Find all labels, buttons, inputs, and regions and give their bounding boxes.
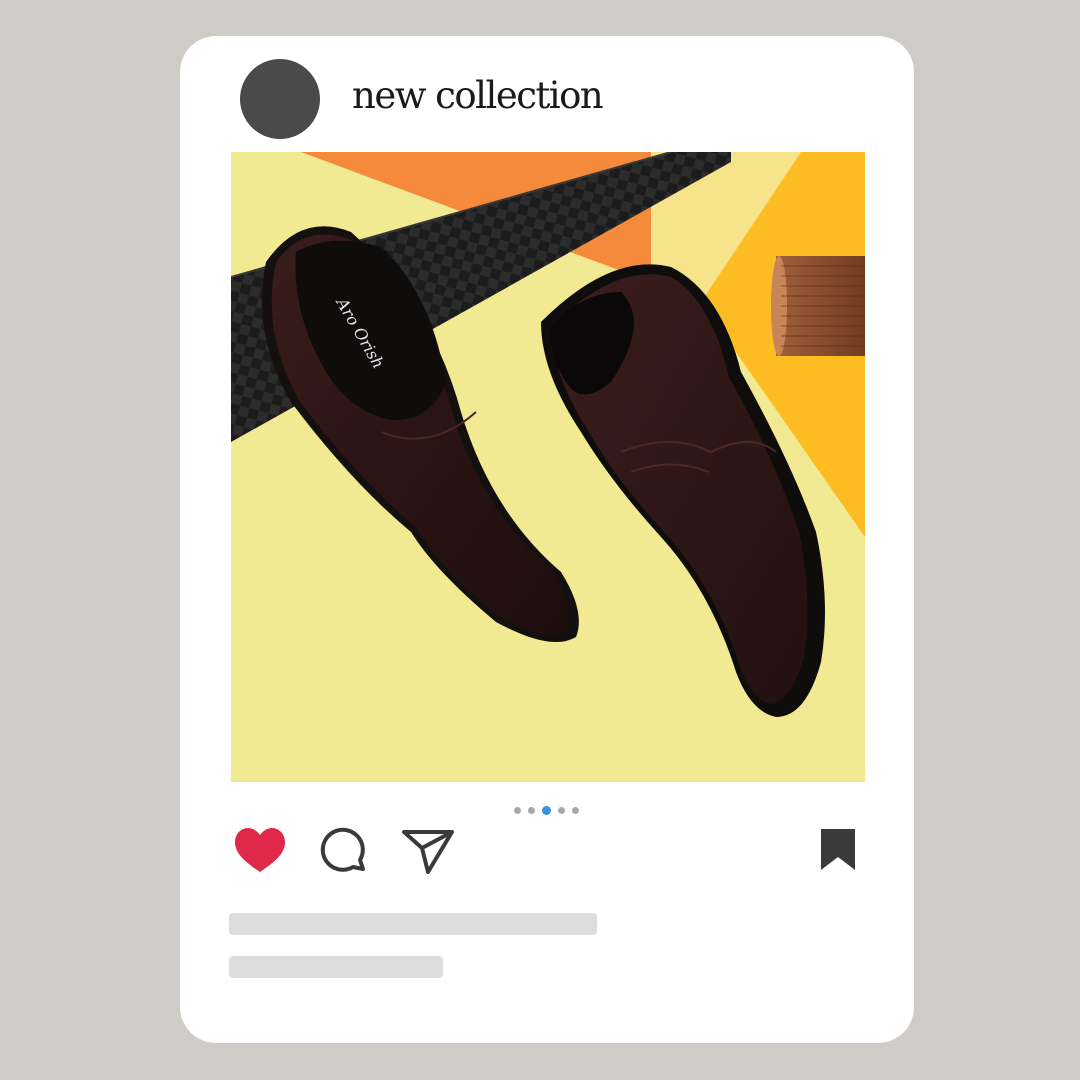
carousel-indicator <box>514 806 579 815</box>
carousel-dot-active[interactable] <box>542 806 551 815</box>
post-image[interactable]: Aro Orish <box>231 152 865 782</box>
carousel-dot[interactable] <box>514 807 521 814</box>
post-username[interactable]: new collection <box>352 70 604 122</box>
carousel-dot[interactable] <box>558 807 565 814</box>
share-button[interactable] <box>400 824 456 880</box>
carousel-dot[interactable] <box>528 807 535 814</box>
caption-placeholder-line <box>229 913 597 935</box>
comment-button[interactable] <box>316 824 372 880</box>
comment-bubble-icon <box>320 827 365 872</box>
like-button[interactable] <box>232 824 288 880</box>
bookmark-icon <box>821 829 855 870</box>
paper-plane-icon <box>402 830 454 874</box>
save-button[interactable] <box>810 824 866 880</box>
avatar[interactable] <box>240 59 320 139</box>
heart-icon <box>235 828 285 872</box>
carousel-dot[interactable] <box>572 807 579 814</box>
caption-placeholder-line <box>229 956 443 978</box>
post-card: new collection Aro Orish <box>180 36 914 1043</box>
